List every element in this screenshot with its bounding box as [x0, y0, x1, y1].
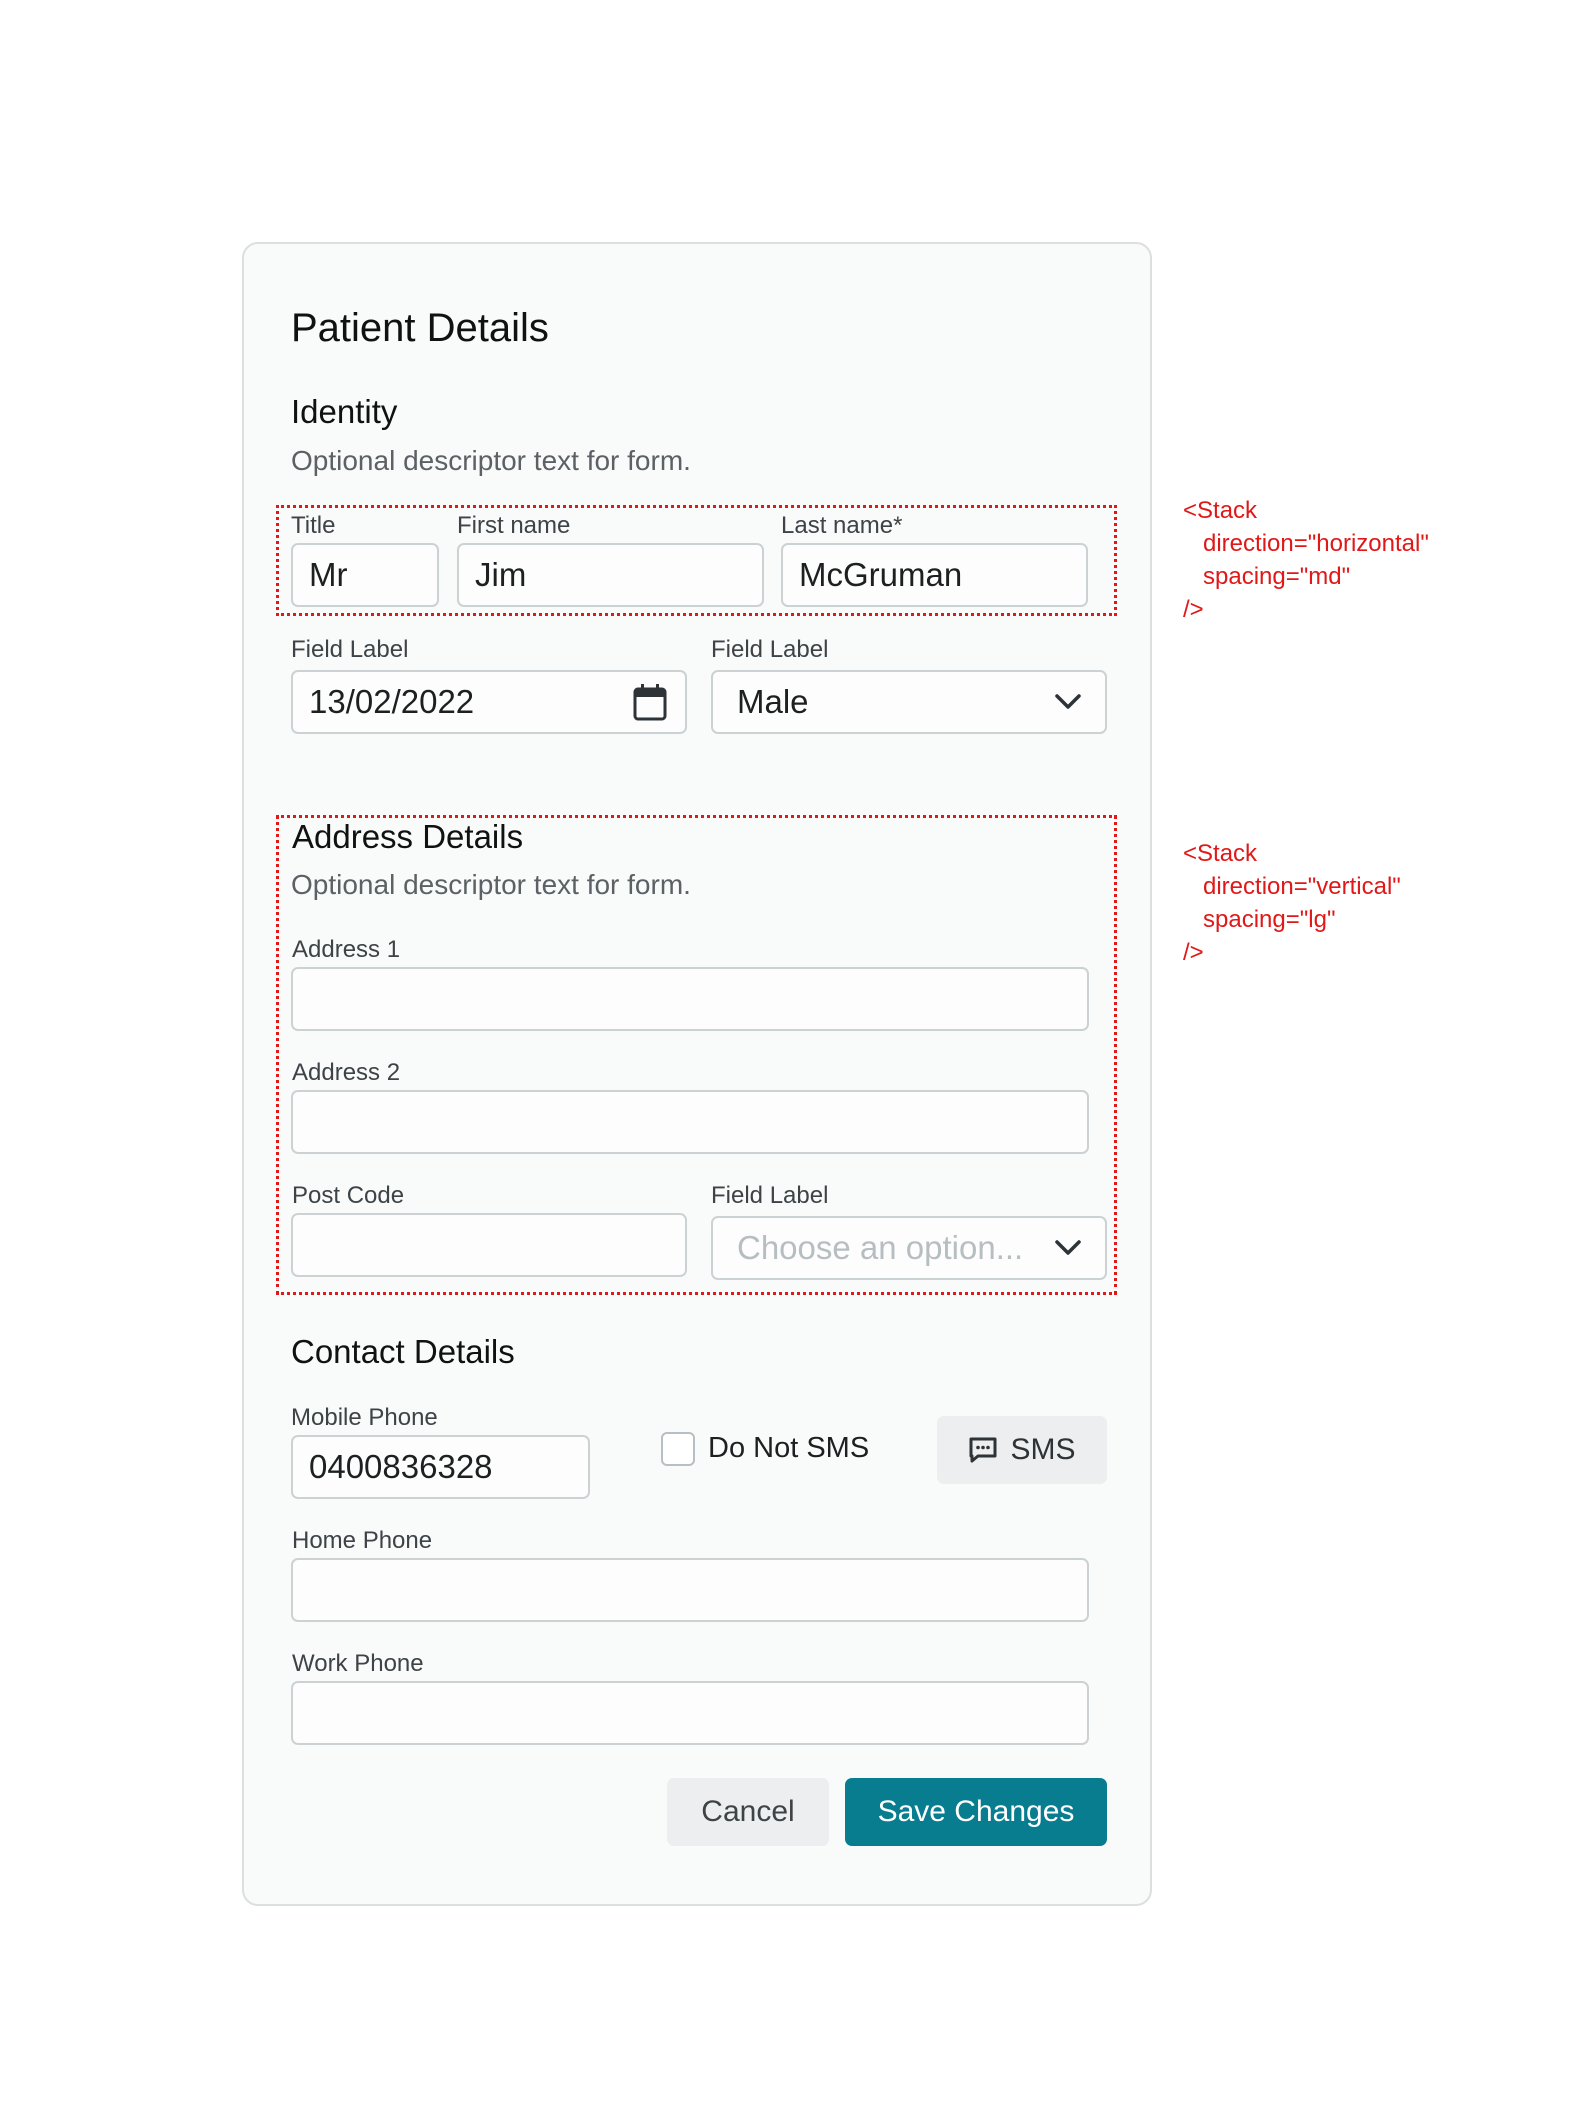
address-option-select[interactable]: Choose an option...: [711, 1216, 1107, 1280]
sms-button-label: SMS: [1010, 1433, 1076, 1466]
address-description: Optional descriptor text for form.: [291, 869, 691, 900]
dob-value: 13/02/2022: [309, 683, 475, 720]
chevron-down-icon: [1055, 694, 1081, 710]
mobile-phone-value: 0400836328: [309, 1448, 493, 1485]
address2-input[interactable]: [291, 1090, 1089, 1154]
first-name-value: Jim: [475, 556, 527, 593]
save-changes-button[interactable]: Save Changes: [845, 1778, 1107, 1846]
last-name-label: Last name*: [781, 512, 903, 539]
address-select-placeholder: Choose an option...: [737, 1229, 1024, 1266]
first-name-label: First name: [457, 512, 571, 539]
address-section-title: Address Details: [292, 818, 524, 855]
last-name-value: McGruman: [799, 556, 963, 593]
title-field-input[interactable]: Mr: [291, 543, 439, 607]
gender-field-label: Field Label: [711, 636, 829, 663]
identity-section-title: Identity: [291, 393, 398, 430]
do-not-sms-label: Do Not SMS: [708, 1432, 870, 1464]
gender-select[interactable]: Male: [711, 670, 1107, 734]
horizontal-stack-annotation: <Stack direction="horizontal" spacing="m…: [1183, 497, 1429, 623]
contact-section-title: Contact Details: [291, 1333, 515, 1370]
first-name-input[interactable]: Jim: [457, 543, 764, 607]
vertical-stack-annotation: <Stack direction="vertical" spacing="lg"…: [1183, 840, 1401, 966]
home-phone-label: Home Phone: [292, 1527, 433, 1554]
mobile-phone-label: Mobile Phone: [291, 1404, 438, 1431]
cancel-button[interactable]: Cancel: [667, 1778, 829, 1846]
address-select-label: Field Label: [711, 1182, 829, 1209]
address2-label: Address 2: [292, 1059, 401, 1086]
do-not-sms-checkbox[interactable]: [661, 1432, 695, 1466]
postcode-input[interactable]: [291, 1213, 687, 1277]
sms-button[interactable]: SMS: [937, 1416, 1107, 1484]
mobile-phone-input[interactable]: 0400836328: [291, 1435, 590, 1499]
work-phone-label: Work Phone: [292, 1650, 424, 1677]
page-title: Patient Details: [291, 306, 549, 350]
identity-description: Optional descriptor text for form.: [291, 445, 691, 476]
title-field-value: Mr: [309, 556, 348, 593]
dob-field-label: Field Label: [291, 636, 409, 663]
gender-value: Male: [737, 683, 809, 720]
last-name-input[interactable]: McGruman: [781, 543, 1088, 607]
postcode-label: Post Code: [292, 1182, 405, 1209]
home-phone-input[interactable]: [291, 1558, 1089, 1622]
title-field-label: Title: [291, 512, 336, 539]
message-icon: [968, 1436, 998, 1464]
address1-label: Address 1: [292, 936, 401, 963]
address1-input[interactable]: [291, 967, 1089, 1031]
work-phone-input[interactable]: [291, 1681, 1089, 1745]
calendar-icon[interactable]: [633, 683, 667, 721]
dob-date-input[interactable]: 13/02/2022: [291, 670, 687, 734]
chevron-down-icon: [1055, 1240, 1081, 1256]
